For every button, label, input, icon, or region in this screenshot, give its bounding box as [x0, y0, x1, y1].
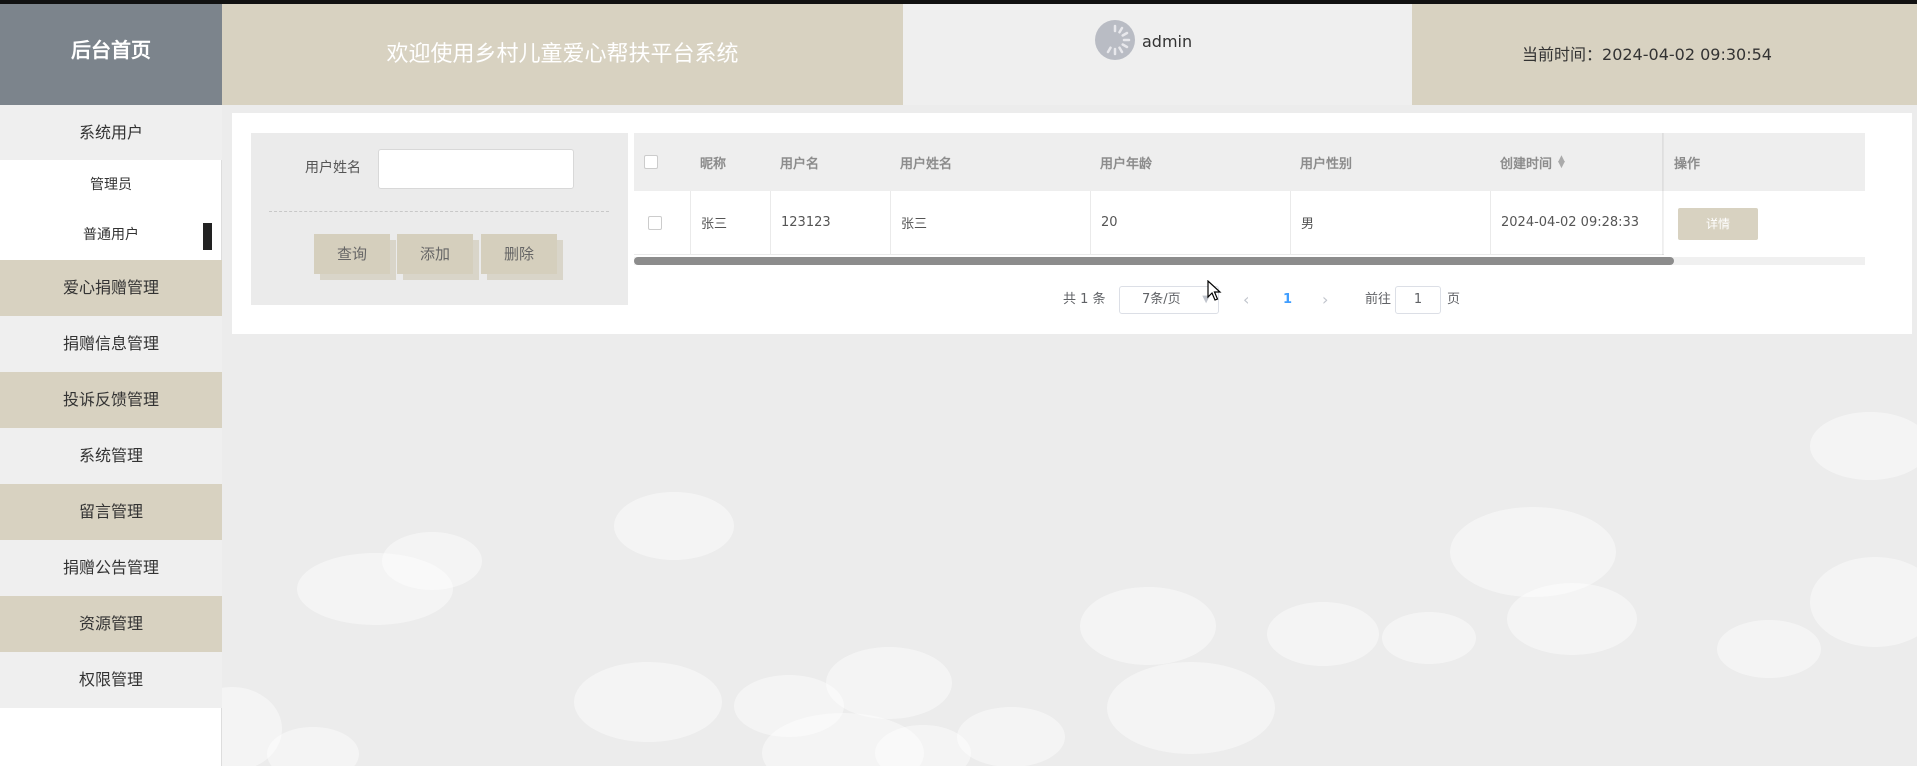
sidebar-item-donation-info[interactable]: 捐赠信息管理 [0, 316, 222, 372]
decor-bubble [1450, 507, 1616, 597]
search-label: 用户姓名 [305, 160, 361, 176]
home-link[interactable]: 后台首页 [0, 4, 222, 105]
sidebar-item-message[interactable]: 留言管理 [0, 484, 222, 540]
sidebar-item-complaint[interactable]: 投诉反馈管理 [0, 372, 222, 428]
decor-bubble [1810, 412, 1917, 480]
row-select-cell [634, 191, 690, 254]
row-checkbox[interactable] [648, 215, 662, 230]
column-header: 昵称 [700, 156, 727, 172]
column-header-created[interactable]: 创建时间 ▲ ▼ [1490, 133, 1666, 191]
add-button[interactable]: 添加 [397, 234, 473, 274]
sidebar-subitem-label: 普通用户 [83, 227, 139, 243]
sidebar-subitem-normal-user[interactable]: 普通用户 [0, 210, 222, 260]
column-header: 用户名 [780, 156, 820, 172]
select-all-checkbox[interactable] [644, 155, 658, 169]
decor-bubble [957, 707, 1065, 766]
decor-bubble [1080, 587, 1216, 665]
next-page-icon[interactable]: › [1322, 285, 1328, 315]
sidebar-subitem-admin[interactable]: 管理员 [0, 160, 222, 210]
decor-bubble [1382, 612, 1476, 664]
decor-bubble [826, 647, 952, 719]
user-table: 昵称 用户名 用户姓名 用户年龄 用户性别 创建时间 ▲ ▼ 张三 123123 … [634, 133, 1865, 267]
username[interactable]: admin [1142, 32, 1192, 51]
current-time: 当前时间：2024-04-02 09:30:54 [1412, 4, 1917, 105]
column-header: 用户性别 [1300, 156, 1353, 172]
horizontal-scrollbar[interactable] [634, 257, 1865, 265]
active-indicator [203, 223, 212, 250]
goto-label: 前往 [1365, 292, 1392, 307]
sort-icon[interactable]: ▲ ▼ [1558, 155, 1565, 170]
cell-username: 123123 [770, 191, 890, 254]
decor-bubble [614, 492, 734, 560]
user-area[interactable]: admin [903, 4, 1412, 105]
sidebar-item-announcement[interactable]: 捐赠公告管理 [0, 540, 222, 596]
column-header-label: 创建时间 [1500, 156, 1553, 172]
system-title: 欢迎使用乡村儿童爱心帮扶平台系统 [222, 4, 903, 105]
sidebar-item-system-users[interactable]: 系统用户 [0, 105, 222, 160]
search-input[interactable] [378, 149, 574, 189]
cell-name: 张三 [890, 191, 1090, 254]
decor-bubble [1107, 662, 1275, 754]
sidebar-item-system[interactable]: 系统管理 [0, 428, 222, 484]
time-label: 当前时间： [1522, 45, 1603, 64]
sidebar: 系统用户 管理员 普通用户 爱心捐赠管理 捐赠信息管理 投诉反馈管理 系统管理 … [0, 105, 222, 766]
sidebar-item-resource[interactable]: 资源管理 [0, 596, 222, 652]
page-number-current[interactable]: 1 [1283, 285, 1292, 315]
decor-bubble [1267, 602, 1379, 666]
sidebar-item-permission[interactable]: 权限管理 [0, 652, 222, 708]
divider [269, 211, 609, 212]
prev-page-icon[interactable]: ‹ [1243, 285, 1249, 315]
pagination-total: 共 1 条 [1063, 292, 1106, 307]
mouse-cursor-icon [1207, 280, 1222, 301]
decor-bubble [574, 662, 722, 742]
column-header-operation: 操作 [1664, 133, 1865, 191]
page-size-select[interactable]: 7条/页 ▼ [1119, 286, 1219, 314]
cell-age: 20 [1090, 191, 1290, 254]
scrollbar-thumb[interactable] [634, 257, 1674, 265]
goto-page-input[interactable]: 1 [1395, 286, 1441, 314]
column-header: 用户姓名 [900, 156, 953, 172]
avatar-icon [1106, 24, 1131, 56]
cell-operation: 详情 [1664, 191, 1865, 255]
cell-nickname: 张三 [690, 191, 770, 254]
avatar[interactable] [1095, 20, 1135, 60]
select-all-cell [634, 133, 690, 191]
decor-bubble [1810, 557, 1917, 647]
column-header: 用户年龄 [1100, 156, 1153, 172]
cell-gender: 男 [1290, 191, 1490, 254]
query-button[interactable]: 查询 [314, 234, 390, 274]
page-suffix: 页 [1447, 292, 1461, 307]
delete-button[interactable]: 删除 [481, 234, 557, 274]
column-header: 操作 [1674, 156, 1701, 172]
decor-bubble [1507, 583, 1637, 655]
decor-bubble [382, 532, 482, 590]
decor-bubble [1717, 620, 1821, 678]
cell-created: 2024-04-02 09:28:33 [1490, 191, 1666, 254]
detail-button[interactable]: 详情 [1678, 208, 1758, 240]
time-value: 2024-04-02 09:30:54 [1602, 45, 1772, 64]
sidebar-item-donation[interactable]: 爱心捐赠管理 [0, 260, 222, 316]
search-panel: 用户姓名 查询 添加 删除 [251, 133, 628, 305]
page-size-value: 7条/页 [1142, 292, 1181, 307]
